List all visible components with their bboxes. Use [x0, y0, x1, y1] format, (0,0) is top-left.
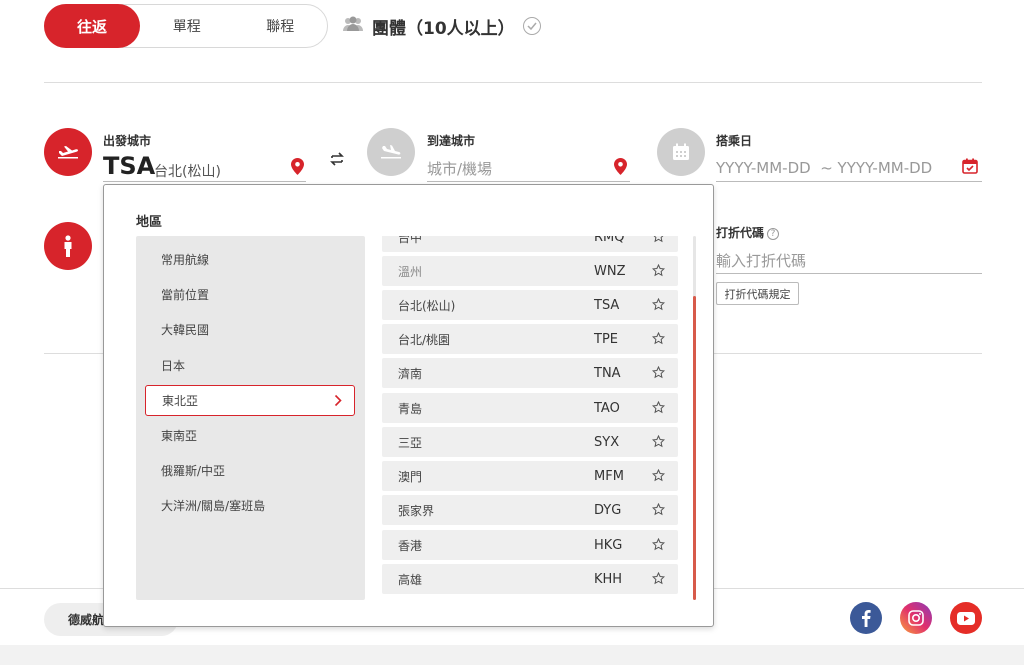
- departure-label: 出發城市: [103, 134, 152, 148]
- list-item[interactable]: 台中 RMQ: [382, 236, 678, 252]
- region-title: 地區: [136, 215, 163, 230]
- promo-input[interactable]: 輸入打折代碼: [716, 250, 806, 271]
- promo-underline: [716, 273, 982, 274]
- city-code: TSA: [594, 297, 620, 313]
- list-item[interactable]: 台北(松山) TSA: [382, 290, 678, 320]
- city-list: 台中 RMQ 溫州 WNZ 台北(松山) TSA 台北/桃園 TPE 濟南 TN…: [382, 236, 678, 600]
- city-code: WNZ: [594, 263, 626, 279]
- star-icon[interactable]: [651, 468, 666, 485]
- city-name: 台中: [398, 236, 423, 245]
- city-name: 高雄: [398, 572, 423, 587]
- list-item[interactable]: 香港 HKG: [382, 530, 678, 560]
- star-icon[interactable]: [652, 236, 665, 246]
- city-code: DYG: [594, 502, 622, 518]
- tab-multi-city[interactable]: 聯程: [234, 5, 328, 47]
- list-item[interactable]: 青島 TAO: [382, 393, 678, 423]
- date-underline: [716, 181, 982, 182]
- list-item[interactable]: 溫州 WNZ: [382, 256, 678, 286]
- chevron-right-icon: [334, 394, 342, 410]
- star-icon[interactable]: [651, 400, 666, 417]
- list-item[interactable]: 張家界 DYG: [382, 495, 678, 525]
- city-code: RMQ: [594, 236, 625, 245]
- list-item[interactable]: 澳門 MFM: [382, 461, 678, 491]
- trip-type-tabs: 往返 單程 聯程: [44, 4, 328, 48]
- list-item[interactable]: 三亞 SYX: [382, 427, 678, 457]
- region-item-oceania[interactable]: 大洋洲/關島/塞班島: [145, 490, 355, 521]
- arrival-label: 到達城市: [427, 134, 476, 148]
- region-item-current-location[interactable]: 當前位置: [145, 279, 355, 310]
- departure-name[interactable]: 台北(松山): [154, 161, 221, 181]
- star-icon[interactable]: [651, 434, 666, 451]
- city-name: 濟南: [398, 366, 423, 381]
- region-item-southeast-asia[interactable]: 東南亞: [145, 420, 355, 451]
- city-name: 張家界: [398, 503, 435, 518]
- star-icon[interactable]: [651, 537, 666, 554]
- city-code: TAO: [594, 400, 620, 416]
- region-item-korea[interactable]: 大韓民國: [145, 314, 355, 345]
- city-name: 溫州: [398, 264, 423, 279]
- city-picker-dropdown: 地區 常用航線 當前位置 大韓民國 日本 東北亞 東南亞 俄羅斯/中亞 大洋洲/…: [103, 184, 714, 627]
- region-item-japan[interactable]: 日本: [145, 350, 355, 381]
- departure-code[interactable]: TSA: [103, 152, 155, 180]
- star-icon[interactable]: [651, 365, 666, 382]
- help-icon[interactable]: ?: [767, 228, 780, 240]
- star-icon[interactable]: [651, 263, 666, 280]
- star-icon[interactable]: [651, 331, 666, 348]
- region-item-label: 東北亞: [162, 394, 199, 408]
- plane-takeoff-icon: [44, 128, 92, 176]
- departure-underline: [103, 181, 306, 182]
- group-icon: [342, 16, 364, 36]
- plane-landing-icon: [367, 128, 415, 176]
- group-label: 團體（10人以上）: [372, 18, 515, 39]
- youtube-icon[interactable]: [950, 602, 982, 634]
- group-booking-option[interactable]: 團體（10人以上）: [342, 12, 541, 40]
- facebook-icon[interactable]: [850, 602, 882, 634]
- arrival-input[interactable]: 城市/機場: [427, 158, 492, 179]
- list-item[interactable]: 高雄 KHH: [382, 564, 678, 594]
- date-input[interactable]: YYYY-MM-DD ~ YYYY-MM-DD: [716, 159, 932, 177]
- city-code: MFM: [594, 468, 624, 484]
- city-code: SYX: [594, 434, 620, 450]
- bottom-band: [0, 645, 1024, 665]
- tab-round-trip[interactable]: 往返: [44, 4, 140, 48]
- city-code: TPE: [594, 331, 618, 347]
- city-name: 青島: [398, 401, 423, 416]
- city-code: TNA: [594, 365, 621, 381]
- city-name: 台北/桃園: [398, 332, 451, 347]
- promo-rules-button[interactable]: 打折代碼規定: [716, 282, 799, 305]
- star-icon[interactable]: [651, 297, 666, 314]
- city-code: KHH: [594, 571, 623, 587]
- swap-icon[interactable]: [324, 146, 350, 172]
- person-icon: [44, 222, 92, 270]
- star-icon[interactable]: [651, 502, 666, 519]
- city-name: 三亞: [398, 435, 423, 450]
- list-item[interactable]: 台北/桃園 TPE: [382, 324, 678, 354]
- promo-label: 打折代碼?: [716, 224, 780, 241]
- arrival-underline: [427, 181, 630, 182]
- city-code: HKG: [594, 537, 623, 553]
- region-item-northeast-asia[interactable]: 東北亞: [145, 385, 355, 416]
- divider: [44, 82, 982, 83]
- star-icon[interactable]: [651, 571, 666, 588]
- city-name: 澳門: [398, 469, 423, 484]
- location-pin-icon[interactable]: [614, 158, 627, 179]
- city-name: 香港: [398, 538, 423, 553]
- location-pin-icon[interactable]: [291, 158, 304, 179]
- scrollbar-thumb[interactable]: [693, 296, 696, 600]
- tab-one-way[interactable]: 單程: [140, 5, 234, 47]
- date-label: 搭乘日: [716, 134, 753, 148]
- region-item-russia-central-asia[interactable]: 俄羅斯/中亞: [145, 455, 355, 486]
- calendar-icon: [657, 128, 705, 176]
- check-circle-icon[interactable]: [522, 17, 541, 35]
- instagram-icon[interactable]: [900, 602, 932, 634]
- city-name: 台北(松山): [398, 298, 456, 313]
- list-item[interactable]: 濟南 TNA: [382, 358, 678, 388]
- region-item-frequent[interactable]: 常用航線: [145, 244, 355, 275]
- city-list-scrollbar[interactable]: [693, 236, 696, 600]
- region-list: 常用航線 當前位置 大韓民國 日本 東北亞 東南亞 俄羅斯/中亞 大洋洲/關島/…: [136, 236, 365, 600]
- calendar-small-icon[interactable]: [962, 158, 978, 178]
